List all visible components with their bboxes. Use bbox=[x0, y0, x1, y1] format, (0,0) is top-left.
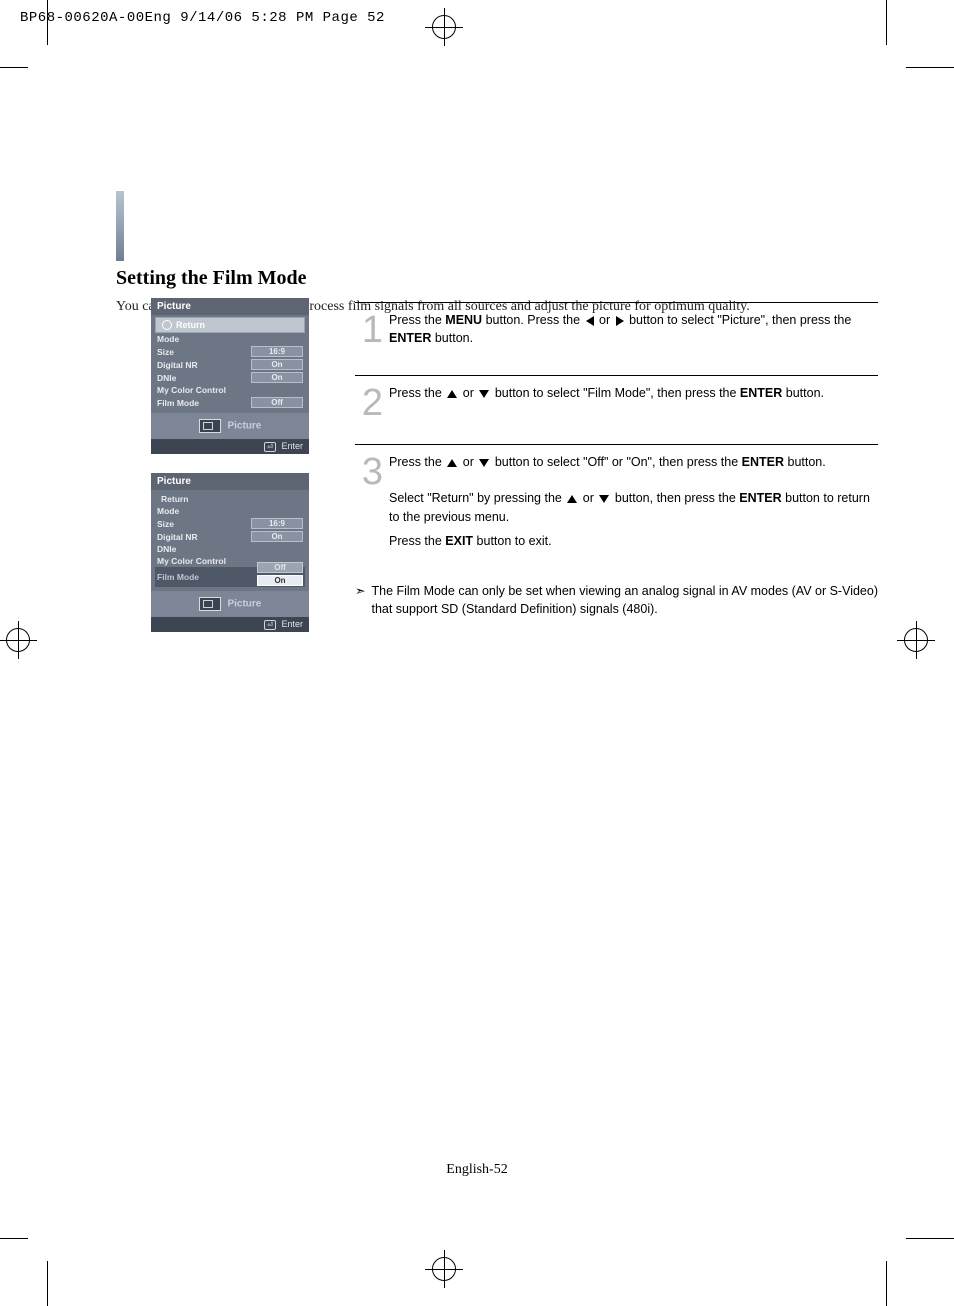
return-icon bbox=[162, 320, 172, 330]
osd-icon-label: Picture bbox=[227, 421, 261, 432]
print-slug: BP68-00620A-00Eng 9/14/06 5:28 PM Page 5… bbox=[20, 10, 385, 26]
crop-mark bbox=[0, 67, 28, 68]
osd-row-dnr: Digital NROn bbox=[155, 530, 305, 543]
osd-screenshot-1: Picture Return Mode Size16:9 Digital NRO… bbox=[151, 298, 309, 454]
osd-row-size: Size16:9 bbox=[155, 345, 305, 358]
osd-row-dnr: Digital NROn bbox=[155, 358, 305, 371]
osd-header: Picture bbox=[151, 298, 309, 315]
osd-row-dnie: DNIe bbox=[155, 543, 305, 555]
steps-column: 1 Press the MENU button. Press the or bu… bbox=[355, 302, 878, 618]
osd-header: Picture bbox=[151, 473, 309, 490]
section-title: Setting the Film Mode bbox=[116, 261, 854, 290]
osd-enter-label: Enter bbox=[281, 441, 303, 451]
arrow-up-icon bbox=[567, 495, 577, 503]
arrow-right-icon bbox=[616, 316, 624, 326]
registration-mark-icon bbox=[432, 15, 456, 39]
arrow-down-icon bbox=[599, 495, 609, 503]
osd-row-mode: Mode bbox=[155, 505, 305, 517]
osd-return-label: Return bbox=[176, 320, 205, 330]
crop-mark bbox=[886, 0, 887, 45]
step-body: Press the or button to select "Film Mode… bbox=[389, 384, 878, 408]
osd-icon-label: Picture bbox=[227, 599, 261, 610]
registration-mark-icon bbox=[432, 1257, 456, 1281]
picture-icon bbox=[199, 597, 221, 611]
step-1: 1 Press the MENU button. Press the or bu… bbox=[355, 303, 878, 375]
registration-mark-icon bbox=[904, 628, 928, 652]
crop-mark bbox=[886, 1261, 887, 1306]
step-number: 1 bbox=[355, 311, 383, 349]
registration-mark-icon bbox=[6, 628, 30, 652]
step-3: 3 Press the or button to select "Off" or… bbox=[355, 445, 878, 578]
osd-icon-row: Picture bbox=[151, 413, 309, 439]
note-marker-icon: ➣ bbox=[355, 582, 365, 618]
osd-row-mode: Mode bbox=[155, 333, 305, 345]
note-text: The Film Mode can only be set when viewi… bbox=[371, 582, 878, 618]
arrow-up-icon bbox=[447, 390, 457, 398]
step-2: 2 Press the or button to select "Film Mo… bbox=[355, 376, 878, 444]
enter-icon: ⏎ bbox=[264, 620, 276, 630]
crop-mark bbox=[47, 1261, 48, 1306]
enter-icon: ⏎ bbox=[264, 442, 276, 452]
osd-body: Return Mode Size16:9 Digital NROn DNIe M… bbox=[151, 490, 309, 591]
arrow-down-icon bbox=[479, 459, 489, 467]
step-number: 3 bbox=[355, 453, 383, 491]
step-body: Press the MENU button. Press the or butt… bbox=[389, 311, 878, 353]
osd-icon-row: Picture bbox=[151, 591, 309, 617]
crop-mark bbox=[0, 1238, 28, 1239]
osd-footer: ⏎ Enter bbox=[151, 439, 309, 454]
arrow-left-icon bbox=[586, 316, 594, 326]
osd-row-size: Size16:9 bbox=[155, 517, 305, 530]
arrow-down-icon bbox=[479, 390, 489, 398]
page-number: English-52 bbox=[0, 1162, 954, 1178]
step-number: 2 bbox=[355, 384, 383, 422]
arrow-up-icon bbox=[447, 459, 457, 467]
step-body: Press the or button to select "Off" or "… bbox=[389, 453, 878, 556]
osd-screenshot-2: Picture Return Mode Size16:9 Digital NRO… bbox=[151, 473, 309, 632]
osd-row-mcc: My Color Control bbox=[155, 384, 305, 396]
osd-row-film: Film Mode Off On bbox=[155, 567, 305, 587]
osd-footer: ⏎ Enter bbox=[151, 617, 309, 632]
osd-return-row: Return bbox=[155, 492, 305, 505]
page: BP68-00620A-00Eng 9/14/06 5:28 PM Page 5… bbox=[0, 0, 954, 1306]
crop-mark bbox=[906, 1238, 954, 1239]
osd-row-film: Film ModeOff bbox=[155, 396, 305, 409]
osd-body: Return Mode Size16:9 Digital NROn DNIeOn… bbox=[151, 315, 309, 413]
picture-icon bbox=[199, 419, 221, 433]
osd-row-dnie: DNIeOn bbox=[155, 371, 305, 384]
title-ornament-icon bbox=[116, 191, 124, 261]
osd-return-row: Return bbox=[155, 317, 305, 333]
osd-enter-label: Enter bbox=[281, 619, 303, 629]
crop-mark bbox=[906, 67, 954, 68]
note: ➣ The Film Mode can only be set when vie… bbox=[355, 582, 878, 618]
